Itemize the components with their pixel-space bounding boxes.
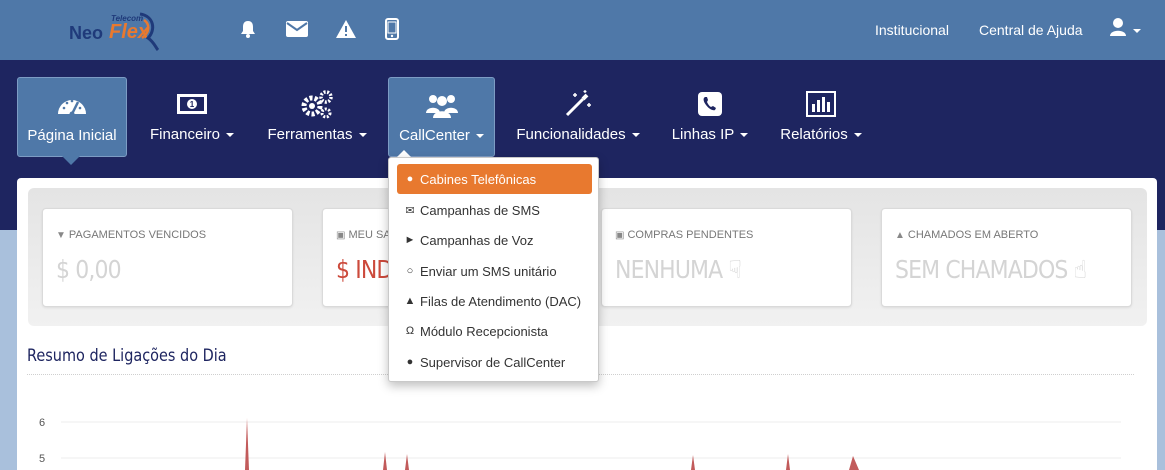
headphones-icon: Ω xyxy=(405,325,415,337)
caret-down-icon xyxy=(631,133,640,138)
central-de-ajuda-link[interactable]: Central de Ajuda xyxy=(979,22,1083,38)
menu-item-campanhas-de-sms[interactable]: ✉ Campanhas de SMS xyxy=(397,195,592,225)
stat-pagamentos-vencidos[interactable]: ▼ PAGAMENTOS VENCIDOS $ 0,00 xyxy=(42,208,293,307)
gears-icon xyxy=(262,90,372,119)
magic-wand-icon xyxy=(512,90,644,118)
stat-title: COMPRAS PENDENTES xyxy=(627,229,754,241)
sitemap-icon: ▲ xyxy=(895,230,905,241)
calls-chart: 6 5 xyxy=(39,417,1121,470)
stat-value: SEM CHAMADOS xyxy=(895,255,1068,284)
stat-chamados-em-aberto[interactable]: ▲ CHAMADOS EM ABERTO SEM CHAMADOS ☝ xyxy=(881,208,1132,307)
user-menu[interactable] xyxy=(1108,16,1144,42)
nav-linhas-ip[interactable]: Linhas IP xyxy=(665,77,755,157)
active-nav-pointer xyxy=(62,156,80,165)
logo-name-part1: Neo xyxy=(69,23,104,43)
brand-logo[interactable]: Telecom Neo Flex xyxy=(66,8,161,52)
bell-icon[interactable] xyxy=(236,17,260,41)
menu-item-label: Filas de Atendimento (DAC) xyxy=(420,293,582,309)
caret-down-icon xyxy=(226,133,235,138)
y-tick-label: 5 xyxy=(39,453,45,465)
chart-spike xyxy=(405,454,409,470)
institucional-link[interactable]: Institucional xyxy=(875,22,949,38)
money-icon: ▣ xyxy=(336,230,346,241)
user-icon xyxy=(1110,18,1141,36)
menu-item-label: Enviar um SMS unitário xyxy=(420,263,557,279)
envelope-icon: ✉ xyxy=(405,204,415,217)
stat-compras-pendentes[interactable]: ▣ COMPRAS PENDENTES NENHUMA ☟ xyxy=(601,208,852,307)
logo-swoosh-icon xyxy=(139,12,160,52)
nav-callcenter[interactable]: CallCenter xyxy=(388,77,495,157)
caret-down-icon xyxy=(475,134,484,139)
bar-chart-icon xyxy=(772,90,870,118)
menu-item-label: Campanhas de Voz xyxy=(420,232,534,248)
menu-item-cabines-telefonicas[interactable]: ● Cabines Telefônicas xyxy=(397,164,592,194)
money-icon: 1 xyxy=(142,90,242,118)
chart-spike xyxy=(691,455,695,470)
stat-value: $ 0,00 xyxy=(56,255,122,284)
cart-icon: ▣ xyxy=(615,230,625,241)
menu-item-label: Cabines Telefônicas xyxy=(420,171,537,187)
nav-pagina-inicial[interactable]: Página Inicial xyxy=(17,77,127,157)
menu-item-label: Supervisor de CallCenter xyxy=(420,354,566,370)
thumbs-up-icon: ☝ xyxy=(1073,255,1087,284)
menu-item-modulo-recepcionista[interactable]: Ω Módulo Recepcionista xyxy=(397,316,592,346)
callcenter-dropdown: ● Cabines Telefônicas ✉ Campanhas de SMS ►… xyxy=(388,157,599,382)
nav-label: Financeiro xyxy=(149,126,221,143)
top-bar: Telecom Neo Flex Institucional Central d… xyxy=(0,0,1165,60)
envelope-icon[interactable] xyxy=(285,17,309,41)
menu-item-supervisor-de-callcenter[interactable]: ● Supervisor de CallCenter xyxy=(397,347,592,377)
mobile-icon[interactable] xyxy=(380,17,404,41)
menu-item-label: Campanhas de SMS xyxy=(420,202,540,218)
nav-funcionalidades[interactable]: Funcionalidades xyxy=(512,77,644,157)
menu-item-label: Módulo Recepcionista xyxy=(420,323,548,339)
chart-spike xyxy=(383,452,387,470)
nav-ferramentas[interactable]: Ferramentas xyxy=(262,77,372,157)
stat-value: NENHUMA xyxy=(615,255,723,284)
stat-title: MEU SA xyxy=(348,229,391,241)
dashboard-gauge-icon xyxy=(18,91,126,119)
menu-item-filas-de-atendimento[interactable]: ▲ Filas de Atendimento (DAC) xyxy=(397,286,592,316)
caret-down-icon xyxy=(853,133,862,138)
svg-text:1: 1 xyxy=(190,100,195,109)
y-tick-label: 6 xyxy=(39,417,45,429)
warning-icon[interactable] xyxy=(334,17,358,41)
menu-item-enviar-sms-unitario[interactable]: ○ Enviar um SMS unitário xyxy=(397,256,592,286)
nav-label: CallCenter xyxy=(399,127,470,144)
phone-icon xyxy=(665,90,755,118)
thumbs-down-icon: ☟ xyxy=(728,255,741,284)
nav-label: Funcionalidades xyxy=(516,126,626,143)
nav-label: Página Inicial xyxy=(27,127,117,144)
nav-label: Relatórios xyxy=(780,126,848,143)
users-icon xyxy=(389,91,494,119)
bullhorn-icon: ► xyxy=(404,234,416,246)
nav-label: Linhas IP xyxy=(671,126,735,143)
stat-title: PAGAMENTOS VENCIDOS xyxy=(68,229,207,241)
thumbs-down-icon: ▼ xyxy=(56,230,66,241)
users-icon: ● xyxy=(406,356,414,368)
nav-relatorios[interactable]: Relatórios xyxy=(772,77,870,157)
section-title: Resumo de Ligações do Dia xyxy=(27,346,227,366)
stat-title: CHAMADOS EM ABERTO xyxy=(907,229,1039,241)
nav-financeiro[interactable]: 1 Financeiro xyxy=(142,77,242,157)
nav-label: Ferramentas xyxy=(267,126,353,143)
menu-item-campanhas-de-voz[interactable]: ► Campanhas de Voz xyxy=(397,225,592,255)
chart-spike xyxy=(245,418,249,470)
globe-icon: ● xyxy=(406,173,414,185)
caret-down-icon xyxy=(740,133,749,138)
comments-icon: ○ xyxy=(406,265,414,277)
sitemap-icon: ▲ xyxy=(404,295,416,307)
dropdown-arrow xyxy=(397,150,411,157)
caret-down-icon xyxy=(358,133,367,138)
chart-spike xyxy=(786,454,790,470)
